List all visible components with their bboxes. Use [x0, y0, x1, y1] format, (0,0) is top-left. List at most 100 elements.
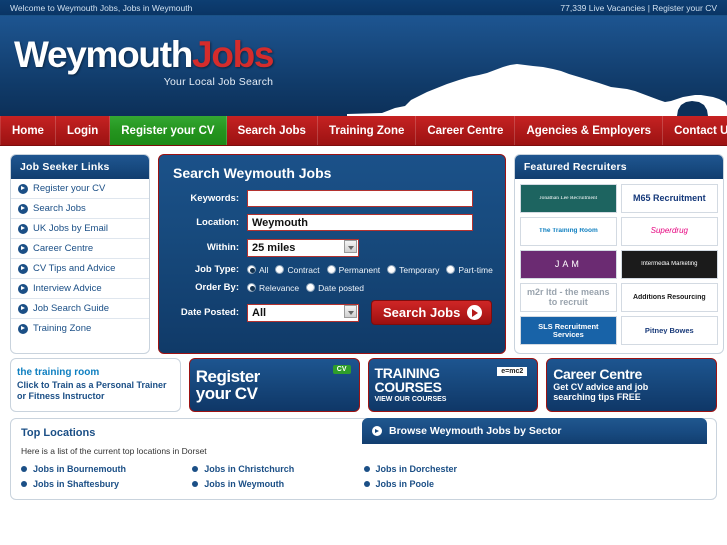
search-jobs-button-label: Search Jobs: [383, 305, 461, 320]
radio-button[interactable]: [326, 265, 336, 274]
sidebar-item-label: Search Jobs: [33, 203, 86, 214]
arrow-right-icon: [18, 283, 28, 294]
promo-line-2: your CV: [195, 384, 258, 403]
bullet-icon: [363, 466, 370, 472]
promo-line-2: Get CV advice and job: [553, 381, 649, 392]
dateposted-label: Date Posted:: [180, 307, 239, 318]
sidebar-item-cv-tips-and-advice[interactable]: CV Tips and Advice: [11, 259, 149, 279]
arrow-right-icon: [18, 183, 28, 194]
location-link[interactable]: Jobs in Christchurch: [192, 464, 363, 474]
jobtype-option-temporary[interactable]: Temporary: [387, 265, 439, 275]
browse-by-sector-title: Browse Weymouth Jobs by Sector: [389, 425, 562, 437]
radio-button[interactable]: [446, 265, 456, 274]
recruiter-logo[interactable]: Pitney Bowes: [620, 316, 718, 345]
sidebar-item-register-your-cv[interactable]: Register your CV: [11, 179, 149, 199]
sidebar-item-training-zone[interactable]: Training Zone: [11, 319, 149, 338]
logo-text-secondary: Jobs: [192, 34, 274, 75]
nav-item-career-centre[interactable]: Career Centre: [416, 116, 516, 145]
recruiter-logo[interactable]: Intermedia Marketing: [620, 250, 718, 279]
nav-item-register-your-cv[interactable]: Register your CV: [110, 116, 227, 145]
search-jobs-button[interactable]: Search Jobs: [371, 300, 493, 325]
nav-item-training-zone[interactable]: Training Zone: [318, 116, 417, 145]
recruiter-logo[interactable]: Additions Resourcing: [620, 283, 718, 312]
arrow-right-icon: [18, 243, 28, 254]
recruiter-logo[interactable]: m2r ltd - the means to recruit: [519, 283, 617, 312]
keywords-label: Keywords:: [190, 193, 239, 204]
promo-training-courses[interactable]: TRAINING COURSES VIEW OUR COURSES e=mc2: [367, 358, 539, 412]
location-label: Location:: [196, 217, 239, 228]
jobtype-option-all[interactable]: All: [247, 265, 268, 275]
nav-item-login[interactable]: Login: [56, 116, 111, 145]
radio-button[interactable]: [247, 265, 256, 274]
nav-item-search-jobs[interactable]: Search Jobs: [227, 116, 318, 145]
sidebar-item-search-jobs[interactable]: Search Jobs: [11, 199, 149, 219]
nav-item-agencies-employers[interactable]: Agencies & Employers: [515, 116, 664, 145]
arrow-right-icon: [467, 305, 483, 320]
recruiter-logo-label: M65 Recruitment: [633, 193, 706, 203]
orderby-option-relevance[interactable]: Relevance: [247, 283, 299, 293]
jobtype-option-label: Temporary: [399, 264, 440, 275]
sidebar-item-career-centre[interactable]: Career Centre: [11, 239, 149, 259]
recruiter-logo-label: m2r ltd - the means to recruit: [527, 288, 610, 307]
site-header: WeymouthJobs Your Local Job Search: [0, 16, 727, 116]
recruiter-logo[interactable]: Jonathan Lee Recruitment: [519, 184, 617, 213]
promo-register-cv[interactable]: Register your CV CV: [188, 358, 360, 412]
sidebar-item-label: Register your CV: [33, 183, 106, 194]
radio-button[interactable]: [387, 265, 397, 274]
recruiter-logo[interactable]: The Training Room: [519, 217, 617, 246]
location-link[interactable]: Jobs in Weymouth: [192, 479, 363, 489]
within-select[interactable]: 25 miles: [247, 239, 359, 257]
arrow-right-icon: [18, 263, 28, 274]
radio-button[interactable]: [306, 283, 316, 292]
utility-bar: Welcome to Weymouth Jobs, Jobs in Weymou…: [0, 0, 727, 16]
recruiter-logo-label: JAM: [554, 259, 582, 269]
browse-by-sector-header[interactable]: Browse Weymouth Jobs by Sector: [362, 418, 707, 444]
utility-bar-right: 77,339 Live Vacancies | Register your CV: [560, 3, 717, 13]
location-link[interactable]: Jobs in Shaftesbury: [21, 479, 192, 489]
sidebar-item-label: CV Tips and Advice: [33, 263, 116, 274]
recruiter-logo[interactable]: Superdrug: [620, 217, 718, 246]
dateposted-select[interactable]: All: [247, 304, 359, 322]
site-logo[interactable]: WeymouthJobs Your Local Job Search: [14, 34, 275, 88]
topbar-register-cv-link[interactable]: Register your CV: [652, 3, 717, 13]
location-link[interactable]: Jobs in Bournemouth: [21, 464, 192, 474]
promo-training-room[interactable]: the training room Click to Train as a Per…: [10, 358, 181, 412]
nav-item-home[interactable]: Home: [0, 116, 56, 145]
arrow-right-icon: [18, 303, 28, 314]
top-locations-description: Here is a list of the current top locati…: [21, 446, 207, 456]
location-link[interactable]: Jobs in Poole: [363, 479, 535, 489]
orderby-option-date-posted[interactable]: Date posted: [306, 283, 364, 293]
location-link-label: Jobs in Poole: [375, 479, 435, 489]
radio-button[interactable]: [275, 265, 285, 274]
jobtype-option-contract[interactable]: Contract: [275, 265, 320, 275]
location-input[interactable]: [247, 214, 473, 231]
jobtype-option-label: All: [259, 264, 269, 275]
orderby-row: Order By: Relevance Date posted: [167, 282, 493, 293]
radio-button[interactable]: [247, 283, 256, 292]
sidebar-item-label: Career Centre: [33, 243, 94, 254]
sidebar-item-job-search-guide[interactable]: Job Search Guide: [11, 299, 149, 319]
sidebar-item-label: UK Jobs by Email: [33, 223, 108, 234]
location-link-label: Jobs in Bournemouth: [33, 464, 126, 474]
sidebar-item-label: Training Zone: [33, 323, 92, 334]
within-select-wrapper: 25 miles: [247, 238, 359, 257]
keywords-input[interactable]: [247, 190, 473, 207]
recruiter-logo[interactable]: M65 Recruitment: [620, 184, 718, 213]
within-row: Within: 25 miles: [167, 238, 493, 257]
sidebar-item-label: Job Search Guide: [33, 303, 110, 314]
recruiter-logo[interactable]: JAM: [519, 250, 617, 279]
promo-career-centre[interactable]: Career Centre Get CV advice and job search…: [546, 358, 717, 412]
location-link-label: Jobs in Christchurch: [204, 464, 295, 474]
sidebar-item-interview-advice[interactable]: Interview Advice: [11, 279, 149, 299]
nav-item-contact-us[interactable]: Contact Us: [663, 116, 727, 145]
recruiter-logo-label: Jonathan Lee Recruitment: [539, 195, 598, 201]
promo-banners: the training room Click to Train as a Per…: [0, 354, 727, 412]
jobtype-option-label: Part-time: [458, 264, 493, 275]
jobtype-option-permanent[interactable]: Permanent: [326, 264, 381, 275]
location-link[interactable]: Jobs in Dorchester: [363, 464, 535, 474]
jobtype-option-label: Permanent: [338, 264, 381, 275]
jobtype-option-part-time[interactable]: Part-time: [446, 264, 493, 275]
location-link-label: Jobs in Weymouth: [204, 479, 285, 489]
recruiter-logo[interactable]: SLS Recruitment Services: [519, 316, 617, 345]
sidebar-item-uk-jobs-by-email[interactable]: UK Jobs by Email: [11, 219, 149, 239]
